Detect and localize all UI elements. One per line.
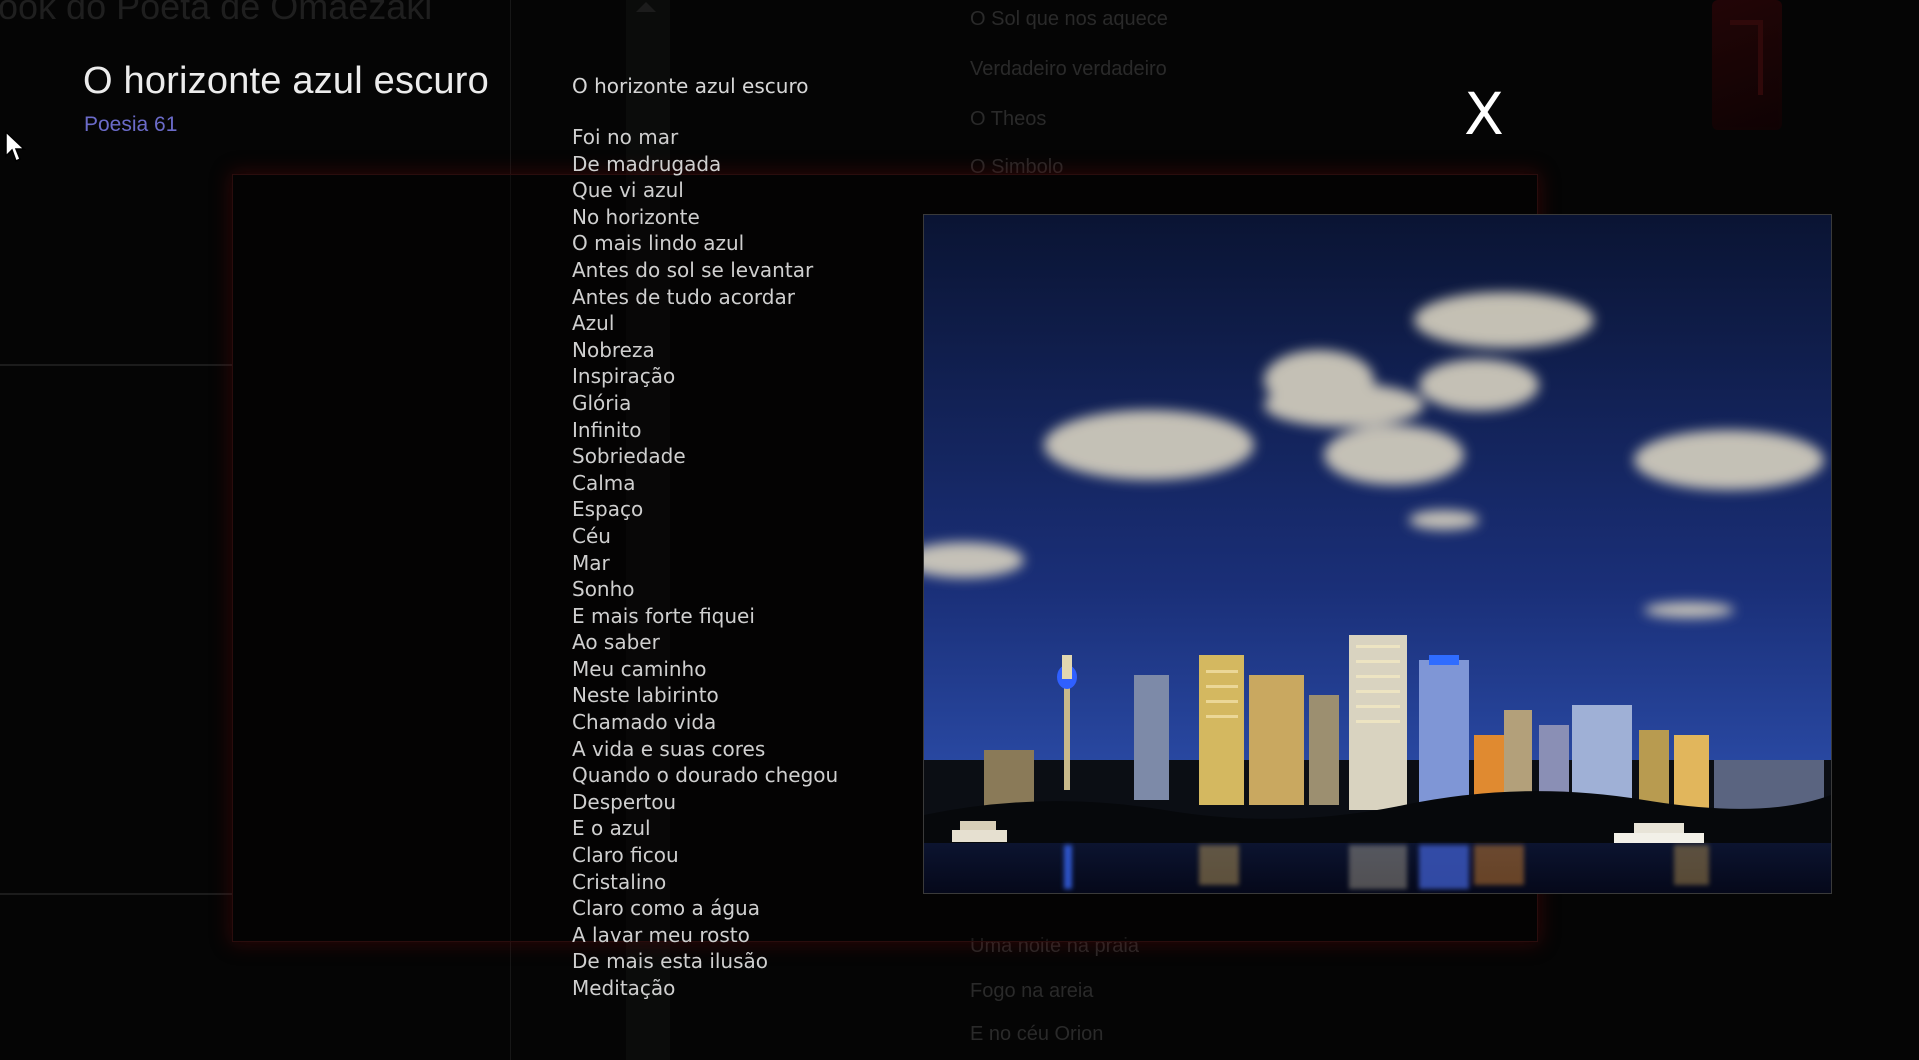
- poem-line: Espaço: [572, 497, 644, 522]
- poem-line: A lavar meu rosto: [572, 922, 750, 947]
- poem-line: Infinito: [572, 417, 642, 442]
- poem-line: E mais forte fiquei: [572, 603, 755, 628]
- poem-line: Meu caminho: [572, 656, 707, 681]
- poem-line: Glória: [572, 390, 632, 415]
- poem-line: De mais esta ilusão: [572, 949, 769, 974]
- poem-line: Chamado vida: [572, 710, 717, 735]
- scroll-up-arrow-icon[interactable]: [636, 2, 656, 12]
- poem-line: Quando o dourado chegou: [572, 763, 839, 788]
- background-app-title: ook do Poeta de Omaezaki: [0, 0, 433, 27]
- city-skyline-image: [924, 215, 1831, 893]
- list-item[interactable]: O Theos: [970, 108, 1046, 131]
- poem-line: Inspiração: [572, 364, 676, 389]
- poem-line: Sonho: [572, 577, 635, 602]
- poem-line: Calma: [572, 470, 636, 495]
- poem-line: Claro ficou: [572, 843, 679, 868]
- poem-heading: O horizonte azul escuro: [572, 74, 809, 98]
- poem-body: O horizonte azul escuro Foi no mar De mad…: [572, 72, 932, 1002]
- poem-subtitle: Poesia 61: [84, 113, 178, 136]
- poem-line: Foi no mar: [572, 125, 679, 149]
- poem-line: Céu: [572, 523, 611, 548]
- poem-line: De madrugada: [572, 151, 722, 176]
- poem-line: Despertou: [572, 789, 677, 814]
- mouse-pointer-icon: [5, 130, 26, 163]
- list-item[interactable]: Verdadeiro verdadeiro: [970, 58, 1167, 81]
- poem-line: Nobreza: [572, 337, 655, 362]
- list-item[interactable]: Fogo na areia: [970, 980, 1093, 1003]
- poem-line: Sobriedade: [572, 444, 686, 469]
- close-button[interactable]: X: [1456, 82, 1512, 146]
- poem-line: Antes do sol se levantar: [572, 257, 814, 282]
- background-logo: [1712, 0, 1782, 130]
- poem-line: Neste labirinto: [572, 683, 719, 708]
- poem-title: O horizonte azul escuro: [83, 60, 489, 102]
- list-item[interactable]: O Sol que nos aquece: [970, 8, 1168, 31]
- close-icon: X: [1464, 80, 1504, 148]
- poem-line: Antes de tudo acordar: [572, 284, 795, 309]
- background-divider: [0, 893, 232, 895]
- poem-line: Claro como a água: [572, 896, 760, 921]
- poem-line: Ao saber: [572, 630, 660, 655]
- background-divider: [0, 364, 232, 366]
- poem-photo: [923, 214, 1832, 894]
- poem-line: Meditação: [572, 976, 676, 1000]
- poem-line: Mar: [572, 550, 610, 575]
- poem-line: O mais lindo azul: [572, 231, 745, 256]
- poem-line: Cristalino: [572, 869, 667, 894]
- list-item[interactable]: E no céu Orion: [970, 1023, 1103, 1046]
- poem-line: A vida e suas cores: [572, 736, 766, 761]
- poem-line: Azul: [572, 311, 615, 336]
- poem-lines: Foi no mar De madrugada Que vi azul No hori…: [572, 124, 932, 1002]
- poem-line: E o azul: [572, 816, 651, 841]
- poem-line: Que vi azul: [572, 178, 684, 203]
- poem-line: No horizonte: [572, 204, 700, 229]
